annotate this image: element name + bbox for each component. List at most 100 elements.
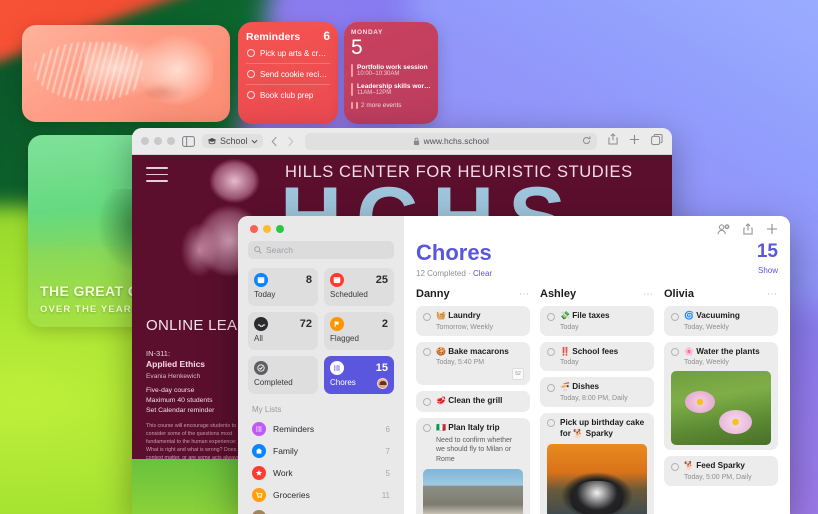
smart-list-label: Scheduled: [330, 290, 368, 299]
task-card[interactable]: 🌀 Vacuuming Today, Weekly: [664, 306, 778, 336]
add-reminder-icon[interactable]: [766, 222, 778, 240]
calendar-widget[interactable]: MONDAY 5 Portfolio work session 10:00–10…: [344, 22, 438, 124]
task-title: 🌸 Water the plants: [684, 347, 760, 358]
task-photo-flowers[interactable]: [671, 371, 771, 446]
tab-group-button[interactable]: School: [202, 134, 263, 148]
task-title: 🍜 Dishes: [560, 382, 599, 393]
calendar-widget-more-events[interactable]: 2 more events: [351, 102, 431, 109]
reminders-widget[interactable]: Reminders 6 Pick up arts & cr… Send cook…: [238, 22, 338, 124]
column-danny: Danny ⋯ 🧺 Laundry Tomorrow, Weekly 🍪 Bak…: [416, 288, 530, 514]
task-card[interactable]: 🥩 Clean the grill: [416, 391, 530, 412]
task-checkbox[interactable]: [423, 397, 431, 406]
smart-list-count: 25: [375, 274, 388, 286]
show-completed-button[interactable]: Show: [757, 266, 778, 275]
lock-icon: [413, 137, 419, 145]
checkbox-circle-icon[interactable]: [247, 70, 255, 78]
reminders-widget-item[interactable]: Pick up arts & cr…: [246, 43, 330, 64]
window-traffic-lights[interactable]: [141, 137, 175, 145]
column-more-icon[interactable]: ⋯: [643, 289, 654, 300]
sidebar-icon[interactable]: [182, 135, 195, 147]
column-title: Danny: [416, 288, 450, 300]
maximize-window-button[interactable]: [167, 137, 175, 145]
forward-icon[interactable]: [287, 136, 294, 147]
add-person-icon[interactable]: [717, 222, 730, 240]
sidebar-list-family[interactable]: Family 7: [248, 440, 394, 462]
back-icon[interactable]: [271, 136, 278, 147]
sidebar-list-work[interactable]: Work 5: [248, 462, 394, 484]
list-bullet-icon: [330, 361, 344, 375]
reminders-sidebar: Search 8 Today 25 Scheduled 72 All 2 Fla…: [238, 216, 404, 514]
course-code: IN-311:: [146, 349, 171, 358]
share-icon[interactable]: [743, 222, 753, 240]
task-checkbox[interactable]: [423, 312, 431, 321]
smart-list-flagged[interactable]: 2 Flagged: [324, 312, 394, 350]
task-card[interactable]: 🍜 Dishes Today, 8:00 PM, Daily: [540, 377, 654, 407]
calendar-widget-event[interactable]: Portfolio work session 10:00–10:30AM: [351, 64, 431, 77]
task-checkbox[interactable]: [423, 348, 431, 357]
smart-list-scheduled[interactable]: 25 Scheduled: [324, 268, 394, 306]
reminders-widget-item[interactable]: Book club prep: [246, 85, 330, 105]
task-card[interactable]: 🍪 Bake macarons Today, 5:40 PM 52: [416, 341, 530, 386]
search-field[interactable]: Search: [248, 241, 394, 259]
smart-list-all[interactable]: 72 All: [248, 312, 318, 350]
sidebar-list-reminders[interactable]: Reminders 6: [248, 418, 394, 440]
tab-overview-icon[interactable]: [651, 132, 663, 150]
address-bar[interactable]: www.hchs.school: [304, 132, 597, 150]
smart-list-today[interactable]: 8 Today: [248, 268, 318, 306]
task-card[interactable]: ‼️ School fees Today: [540, 341, 654, 372]
new-tab-icon[interactable]: [629, 132, 640, 150]
reminders-app-window[interactable]: Search 8 Today 25 Scheduled 72 All 2 Fla…: [238, 216, 790, 514]
task-title-text: Clean the grill: [448, 396, 503, 406]
reminders-widget-item[interactable]: Send cookie reci…: [246, 64, 330, 85]
task-checkbox[interactable]: [547, 348, 555, 357]
task-photo-dog[interactable]: [547, 444, 647, 514]
task-attachment-badge[interactable]: 52: [512, 368, 524, 381]
smart-list-completed[interactable]: Completed: [248, 356, 318, 394]
smart-list-chores[interactable]: 15 Chores: [324, 356, 394, 394]
task-card[interactable]: 💸 File taxes Today: [540, 306, 654, 336]
task-card[interactable]: 🐕 Feed Sparky Today, 5:00 PM, Daily: [664, 456, 778, 486]
task-photo-greece[interactable]: [423, 468, 523, 514]
calendar-widget-event[interactable]: Leadership skills wor… 11AM–12PM: [351, 83, 431, 96]
calendar-widget-dayofweek: MONDAY: [351, 29, 383, 36]
column-more-icon[interactable]: ⋯: [767, 289, 778, 300]
column-more-icon[interactable]: ⋯: [519, 289, 530, 300]
task-checkbox[interactable]: [671, 348, 679, 357]
task-checkbox[interactable]: [671, 462, 679, 471]
reload-icon[interactable]: [582, 132, 591, 150]
task-title: 🌀 Vacuuming: [684, 311, 740, 322]
checkbox-circle-icon[interactable]: [247, 91, 255, 99]
sidebar-list-label: Reminders: [273, 424, 315, 434]
maximize-window-button[interactable]: [276, 225, 284, 233]
task-card[interactable]: 🌸 Water the plants Today, Weekly: [664, 341, 778, 451]
navigation-arrows[interactable]: [271, 136, 294, 147]
minimize-window-button[interactable]: [154, 137, 162, 145]
completed-summary: 12 Completed · Clear: [416, 269, 492, 278]
list-title: Chores: [416, 240, 492, 265]
sidebar-list-camping-trip[interactable]: Camping Trip 4: [248, 506, 394, 514]
inbox-all-icon: [254, 317, 268, 331]
task-checkbox[interactable]: [547, 312, 555, 321]
photos-widget[interactable]: [22, 25, 230, 122]
task-title: 🧺 Laundry: [436, 311, 481, 322]
close-window-button[interactable]: [250, 225, 258, 233]
task-checkbox[interactable]: [547, 383, 555, 392]
task-checkbox[interactable]: [671, 312, 679, 321]
task-checkbox[interactable]: [423, 424, 431, 433]
task-emoji: 🌀: [684, 311, 694, 320]
window-traffic-lights[interactable]: [248, 216, 394, 241]
task-card[interactable]: 🇮🇹 Plan Italy trip Need to confirm wheth…: [416, 417, 530, 514]
task-title: Pick up birthday cake for 🐕 Sparky: [560, 418, 647, 439]
site-menu-icon[interactable]: [146, 167, 168, 187]
task-checkbox[interactable]: [547, 419, 555, 428]
task-card[interactable]: 🧺 Laundry Tomorrow, Weekly: [416, 306, 530, 336]
minimize-window-button[interactable]: [263, 225, 271, 233]
checkbox-circle-icon[interactable]: [247, 49, 255, 57]
close-window-button[interactable]: [141, 137, 149, 145]
task-card[interactable]: Pick up birthday cake for 🐕 Sparky: [540, 412, 654, 514]
sidebar-list-groceries[interactable]: Groceries 11: [248, 484, 394, 506]
share-icon[interactable]: [608, 132, 618, 150]
event-time: 10:00–10:30AM: [357, 71, 400, 77]
column-title: Ashley: [540, 288, 577, 300]
clear-completed-button[interactable]: Clear: [473, 269, 492, 278]
